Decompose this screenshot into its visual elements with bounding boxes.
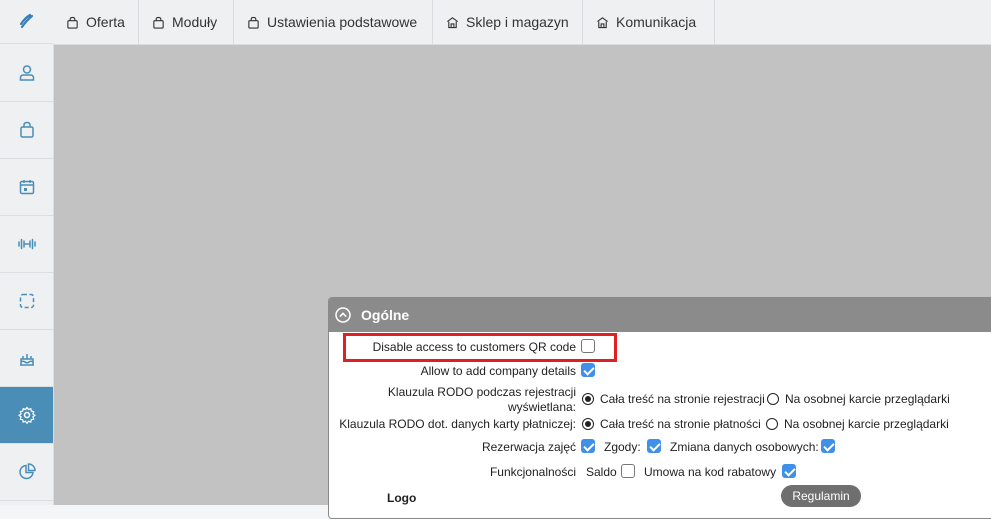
- tab-komunikacja[interactable]: Komunikacja: [583, 0, 715, 44]
- disable-qr-checkbox[interactable]: [581, 339, 595, 353]
- rodo-registration-radio-1[interactable]: [582, 393, 594, 405]
- chevron-up-icon[interactable]: [335, 307, 351, 323]
- top-navigation: Oferta Moduły Ustawienia podstawowe Skle…: [53, 0, 991, 45]
- bag-icon: [19, 121, 34, 138]
- logo-label: Logo: [387, 491, 417, 505]
- rodo-registration-label: Klauzula RODO podczas rejestracji: [387, 385, 576, 399]
- discount-label: Umowa na kod rabatowy: [644, 465, 777, 479]
- tab-label: Komunikacja: [616, 14, 697, 30]
- sidebar-item-reports[interactable]: [0, 444, 53, 501]
- consents-label: Zgody:: [604, 440, 641, 454]
- settings-panel: Ogólne Disable access to customers QR co…: [328, 297, 991, 519]
- tab-sklep-i-magazyn[interactable]: Sklep i magazyn: [433, 0, 583, 44]
- pie-chart-icon: [18, 463, 36, 480]
- user-icon: [19, 65, 34, 81]
- balance-label: Saldo: [586, 465, 617, 479]
- sidebar-item-calendar[interactable]: [0, 159, 53, 216]
- sidebar-item-gym[interactable]: [0, 216, 53, 273]
- tab-ustawienia-podstawowe[interactable]: Ustawienia podstawowe: [234, 0, 433, 44]
- personal-data-label: Zmiana danych osobowych:: [670, 440, 819, 454]
- rodo-registration-option-1: Cała treść na stronie rejestracji: [600, 392, 765, 406]
- reservations-label: Rezerwacja zajęć: [481, 440, 576, 454]
- cake-icon: [19, 354, 34, 366]
- consents-checkbox[interactable]: [647, 439, 661, 453]
- company-details-checkbox[interactable]: [581, 363, 595, 377]
- bag-icon: [248, 16, 259, 29]
- dumbbell-icon: [17, 238, 36, 250]
- functions-label: Funkcjonalności: [489, 465, 576, 479]
- rodo-registration-radio-2[interactable]: [767, 393, 779, 405]
- store-icon: [447, 16, 458, 28]
- personal-data-checkbox[interactable]: [821, 439, 835, 453]
- frame-icon: [19, 293, 34, 309]
- regulations-button[interactable]: Regulamin: [781, 485, 861, 507]
- tab-oferta[interactable]: Oferta: [53, 0, 139, 44]
- bag-icon: [153, 16, 164, 29]
- sidebar-item-frame[interactable]: [0, 273, 53, 330]
- tab-label: Ustawienia podstawowe: [267, 14, 418, 30]
- sidebar-item-settings[interactable]: [0, 387, 53, 444]
- reservations-checkbox[interactable]: [581, 439, 595, 453]
- rodo-payment-radio-1[interactable]: [582, 418, 594, 430]
- gear-icon: [17, 406, 36, 425]
- sidebar-item-events[interactable]: [0, 330, 53, 387]
- rodo-payment-radio-2[interactable]: [766, 418, 778, 430]
- company-details-label: Allow to add company details: [420, 364, 576, 378]
- rodo-registration-option-2: Na osobnej karcie przeglądarki: [785, 392, 950, 406]
- calendar-icon: [19, 180, 34, 195]
- store-icon: [597, 16, 608, 28]
- rodo-payment-option-2: Na osobnej karcie przeglądarki: [784, 417, 949, 431]
- panel-header[interactable]: Ogólne: [329, 298, 991, 332]
- discount-checkbox[interactable]: [782, 464, 796, 478]
- tab-moduly[interactable]: Moduły: [139, 0, 234, 44]
- rodo-payment-label: Klauzula RODO dot. danych karty płatnicz…: [339, 417, 576, 431]
- balance-checkbox[interactable]: [621, 464, 635, 478]
- tab-label: Moduły: [172, 14, 218, 30]
- sidebar-item-user[interactable]: [0, 45, 53, 102]
- sidebar: [0, 0, 54, 505]
- logo-icon[interactable]: [0, 0, 53, 44]
- rodo-registration-label-2: wyświetlana:: [507, 400, 576, 414]
- panel-title: Ogólne: [361, 307, 410, 323]
- tab-label: Sklep i magazyn: [466, 14, 569, 30]
- disable-qr-label: Disable access to customers QR code: [372, 340, 576, 354]
- sidebar-item-shop[interactable]: [0, 102, 53, 159]
- tab-label: Oferta: [86, 14, 125, 30]
- bag-icon: [67, 16, 78, 29]
- rodo-payment-option-1: Cała treść na stronie płatności: [600, 417, 761, 431]
